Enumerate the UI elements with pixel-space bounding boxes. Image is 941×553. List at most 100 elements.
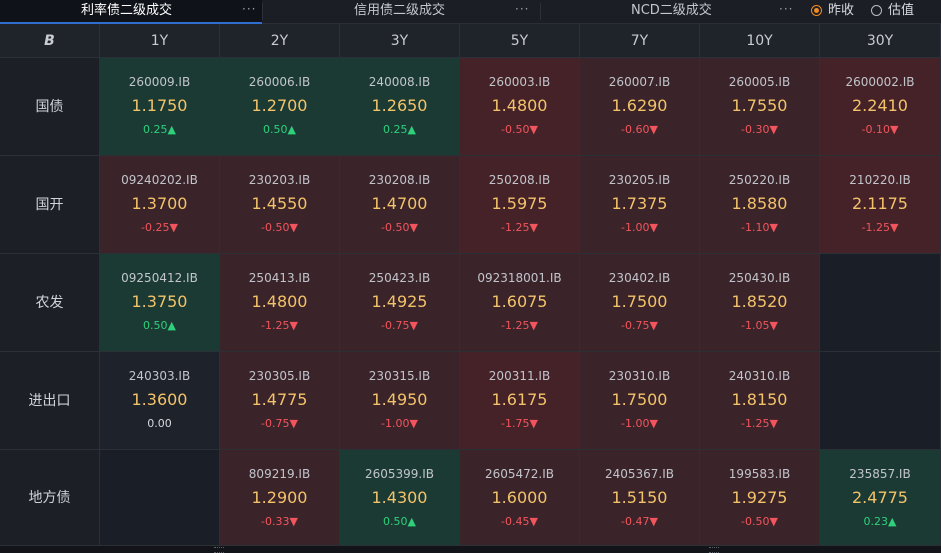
arrow-down-icon: ▼ xyxy=(529,515,538,528)
arrow-down-icon: ▼ xyxy=(769,319,778,332)
bond-yield: 1.6290 xyxy=(611,96,668,115)
bond-quote-cell[interactable]: 09240202.IB 1.3700 -0.25▼ xyxy=(100,156,220,254)
bond-change: 0.50▲ xyxy=(220,123,339,136)
bond-code: 240303.IB xyxy=(128,369,191,383)
bond-code: 250413.IB xyxy=(248,271,311,285)
bond-yield: 1.2900 xyxy=(251,488,308,507)
bond-quote-cell[interactable]: 2405367.IB 1.5150 -0.47▼ xyxy=(580,450,700,546)
bond-quote-cell[interactable]: 199583.IB 1.9275 -0.50▼ xyxy=(700,450,820,546)
radio-prev-close[interactable]: 昨收 xyxy=(811,0,861,23)
bond-quote-cell[interactable]: 230203.IB 1.4550 -0.50▼ xyxy=(220,156,340,254)
column-header-3y[interactable]: 3Y xyxy=(340,24,460,58)
bond-yield: 1.5975 xyxy=(491,194,548,213)
column-header-10y[interactable]: 10Y xyxy=(700,24,820,58)
bond-quote-cell[interactable]: 2605472.IB 1.6000 -0.45▼ xyxy=(460,450,580,546)
bond-code: 260003.IB xyxy=(488,75,551,89)
column-header-30y[interactable]: 30Y xyxy=(820,24,941,58)
column-header-5y[interactable]: 5Y xyxy=(460,24,580,58)
bond-yield: 1.3600 xyxy=(131,390,188,409)
bond-change: -1.00▼ xyxy=(580,417,699,430)
arrow-down-icon: ▼ xyxy=(289,417,298,430)
more-icon[interactable]: ··· xyxy=(779,0,793,20)
column-header-1y[interactable]: 1Y xyxy=(100,24,220,58)
change-value: -0.45 xyxy=(501,515,530,528)
bond-code: 260005.IB xyxy=(728,75,791,89)
bond-change: 0.25▲ xyxy=(100,123,219,136)
tab-bar: 利率债二级成交 ··· 信用债二级成交 ··· NCD二级成交 ··· 昨收 估… xyxy=(0,0,941,24)
bond-quote-cell[interactable]: 250220.IB 1.8580 -1.10▼ xyxy=(700,156,820,254)
bond-change: 0.50▲ xyxy=(100,319,219,332)
change-value: -1.00 xyxy=(621,417,650,430)
bond-code: 250208.IB xyxy=(488,173,551,187)
bond-quote-cell[interactable]: 260003.IB 1.4800 -0.50▼ xyxy=(460,58,580,156)
bond-quote-cell[interactable]: 250208.IB 1.5975 -1.25▼ xyxy=(460,156,580,254)
change-value: 0.23 xyxy=(863,515,889,528)
tab-credit-bond[interactable]: 信用债二级成交 ··· xyxy=(263,0,540,23)
bond-quote-cell[interactable]: 092318001.IB 1.6075 -1.25▼ xyxy=(460,254,580,352)
radio-checked-icon xyxy=(811,5,822,16)
column-header-2y[interactable]: 2Y xyxy=(220,24,340,58)
column-header-7y[interactable]: 7Y xyxy=(580,24,700,58)
bond-quote-cell[interactable]: 235857.IB 2.4775 0.23▲ xyxy=(820,450,941,546)
change-value: -0.75 xyxy=(621,319,650,332)
bond-quote-cell[interactable]: 250423.IB 1.4925 -0.75▼ xyxy=(340,254,460,352)
bond-yield: 1.2650 xyxy=(371,96,428,115)
change-value: -1.25 xyxy=(861,221,890,234)
bond-quote-cell[interactable]: 260007.IB 1.6290 -0.60▼ xyxy=(580,58,700,156)
bond-quote-cell[interactable]: 09250412.IB 1.3750 0.50▲ xyxy=(100,254,220,352)
radio-label: 昨收 xyxy=(828,3,855,18)
arrow-down-icon: ▼ xyxy=(769,123,778,136)
change-value: -1.25 xyxy=(261,319,290,332)
bond-quote-cell[interactable]: 2600002.IB 2.2410 -0.10▼ xyxy=(820,58,941,156)
change-value: -1.25 xyxy=(501,221,530,234)
change-value: -0.30 xyxy=(741,123,770,136)
bond-quote-cell[interactable]: 230310.IB 1.7500 -1.00▼ xyxy=(580,352,700,450)
bond-quote-cell[interactable]: 230208.IB 1.4700 -0.50▼ xyxy=(340,156,460,254)
bond-quote-cell[interactable]: 230315.IB 1.4950 -1.00▼ xyxy=(340,352,460,450)
arrow-down-icon: ▼ xyxy=(169,221,178,234)
bond-quote-cell[interactable]: 230205.IB 1.7375 -1.00▼ xyxy=(580,156,700,254)
bond-quote-cell[interactable]: 200311.IB 1.6175 -1.75▼ xyxy=(460,352,580,450)
more-icon[interactable]: ··· xyxy=(515,0,529,20)
bond-yield: 1.1750 xyxy=(131,96,188,115)
bond-quote-cell[interactable]: 240310.IB 1.8150 -1.25▼ xyxy=(700,352,820,450)
bond-yield: 1.8520 xyxy=(731,292,788,311)
tab-ncd[interactable]: NCD二级成交 ··· xyxy=(541,0,795,23)
bond-yield: 1.7550 xyxy=(731,96,788,115)
bond-change: 0.23▲ xyxy=(820,515,940,528)
bond-yield: 1.3750 xyxy=(131,292,188,311)
bond-quote-cell[interactable]: 210220.IB 2.1175 -1.25▼ xyxy=(820,156,941,254)
bond-quote-cell[interactable]: 250430.IB 1.8520 -1.05▼ xyxy=(700,254,820,352)
change-value: -0.50 xyxy=(741,515,770,528)
change-value: -0.25 xyxy=(141,221,170,234)
bond-code: 2600002.IB xyxy=(845,75,915,89)
change-value: -0.75 xyxy=(381,319,410,332)
change-value: 0.50 xyxy=(263,123,288,136)
arrow-up-icon: ▲ xyxy=(888,515,897,528)
radio-valuation[interactable]: 估值 xyxy=(871,0,921,23)
bond-quote-cell[interactable]: 250413.IB 1.4800 -1.25▼ xyxy=(220,254,340,352)
bond-quote-cell[interactable]: 260009.IB 1.1750 0.25▲ xyxy=(100,58,220,156)
bond-quote-cell[interactable]: 260005.IB 1.7550 -0.30▼ xyxy=(700,58,820,156)
tab-rate-bond[interactable]: 利率债二级成交 ··· xyxy=(0,0,262,24)
bond-change: -0.10▼ xyxy=(820,123,940,136)
bond-change: -0.50▼ xyxy=(220,221,339,234)
corner-logo-icon[interactable]: B xyxy=(0,24,100,58)
row-label: 国开 xyxy=(0,156,100,254)
bond-change: -1.75▼ xyxy=(460,417,579,430)
resize-grip-icon[interactable] xyxy=(709,547,719,553)
bottom-resize-bar xyxy=(0,546,941,553)
more-icon[interactable]: ··· xyxy=(242,0,256,20)
bond-quote-cell[interactable]: 809219.IB 1.2900 -0.33▼ xyxy=(220,450,340,546)
bond-yield: 1.2700 xyxy=(251,96,308,115)
change-value: -0.60 xyxy=(621,123,650,136)
bond-quote-cell[interactable]: 260006.IB 1.2700 0.50▲ xyxy=(220,58,340,156)
bond-quote-cell[interactable]: 240303.IB 1.3600 0.00 xyxy=(100,352,220,450)
bond-quote-cell[interactable]: 240008.IB 1.2650 0.25▲ xyxy=(340,58,460,156)
bond-quote-cell[interactable]: 230305.IB 1.4775 -0.75▼ xyxy=(220,352,340,450)
bond-change: -1.10▼ xyxy=(700,221,819,234)
bond-quote-cell[interactable]: 2605399.IB 1.4300 0.50▲ xyxy=(340,450,460,546)
bond-quote-cell[interactable]: 230402.IB 1.7500 -0.75▼ xyxy=(580,254,700,352)
resize-grip-icon[interactable] xyxy=(214,547,224,553)
bond-change: -0.50▼ xyxy=(340,221,459,234)
